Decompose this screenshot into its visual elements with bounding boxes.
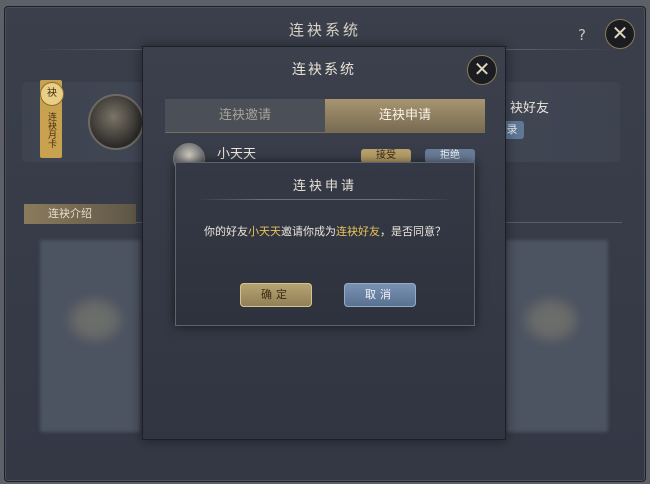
section-tab-intro[interactable]: 连袂介绍 [24, 204, 136, 224]
blurred-art [70, 300, 120, 340]
partner-close-button[interactable]: ✕ [467, 55, 497, 85]
dialog-message: 你的好友小天天邀请你成为连袂好友，是否同意？ [176, 223, 474, 239]
confirm-button[interactable]: 确定 [240, 283, 312, 307]
player-avatar [88, 94, 144, 150]
reject-button[interactable]: 拒绝 [425, 149, 475, 163]
message-middle: 邀请你成为 [281, 225, 336, 238]
dialog-divider [196, 199, 454, 200]
ribbon-badge-text: 袂 [47, 88, 57, 99]
intro-panel-left [40, 240, 140, 432]
message-suffix: ，是否同意？ [380, 225, 446, 238]
message-relation: 连袂好友 [336, 225, 380, 238]
confirm-dialog: 连袂申请 你的好友小天天邀请你成为连袂好友，是否同意？ 确定 取消 [175, 162, 475, 326]
cancel-button[interactable]: 取消 [344, 283, 416, 307]
accept-button[interactable]: 接受 [361, 149, 411, 163]
main-window-title: 连袂系统 [288, 21, 361, 39]
ribbon-badge-icon: 袂 [40, 82, 64, 106]
tab-request[interactable]: 连袂申请 [325, 99, 485, 132]
partner-tabs: 连袂邀请 连袂申请 [165, 99, 485, 133]
partner-friend-label: 袂好友 [510, 101, 550, 116]
dialog-title: 连袂申请 [292, 179, 357, 194]
main-close-button[interactable]: ✕ [605, 19, 635, 49]
message-prefix: 你的好友 [204, 225, 248, 238]
blurred-art [526, 300, 576, 340]
tab-invite[interactable]: 连袂邀请 [165, 99, 325, 132]
message-friend-name: 小天天 [248, 225, 281, 238]
requester-name: 小天天 [217, 147, 257, 162]
partner-window-title: 连袂系统 [292, 62, 356, 78]
help-icon[interactable]: ? [573, 26, 591, 44]
intro-panel-right [506, 240, 608, 432]
